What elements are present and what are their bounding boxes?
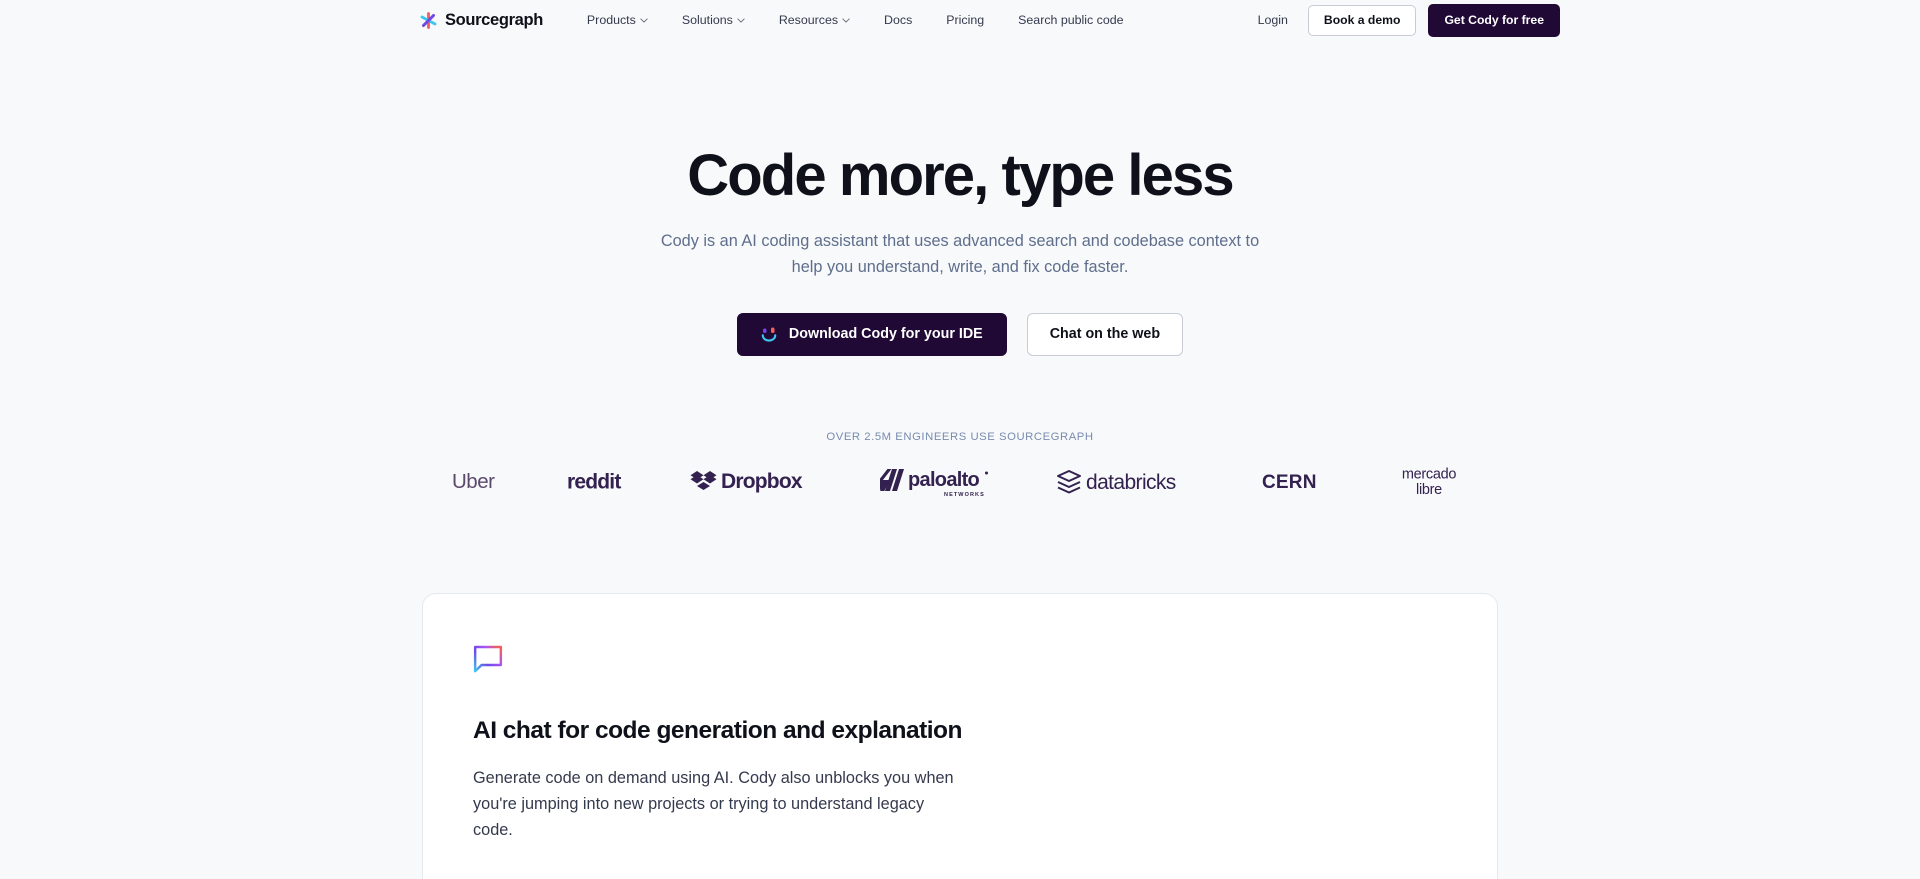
nav-item-search-public-code[interactable]: Search public code	[1001, 9, 1140, 31]
uber-logo: Uber	[452, 470, 496, 493]
chevron-down-icon	[842, 18, 850, 23]
sourcegraph-starburst-icon	[420, 12, 437, 29]
chat-on-the-web-button[interactable]: Chat on the web	[1026, 313, 1184, 356]
databricks-logo: databricks	[1057, 469, 1176, 494]
nav-item-label: Resources	[778, 13, 839, 28]
cody-face-icon	[761, 327, 777, 342]
chevron-down-icon	[640, 18, 648, 23]
mercado-libre-logo: mercado libre	[1402, 466, 1457, 498]
svg-text:databricks: databricks	[1086, 471, 1176, 494]
nav-item-pricing[interactable]: Pricing	[929, 9, 1001, 31]
feature-card-title: AI chat for code generation and explanat…	[473, 716, 963, 744]
customer-logo-row: Uber reddit Dropbox paloalto NETWORKS da…	[0, 459, 1920, 505]
nav-item-products[interactable]: Products	[570, 9, 665, 31]
page-title: Code more, type less	[687, 143, 1234, 208]
brand-name: Sourcegraph	[445, 10, 543, 29]
svg-text:reddit: reddit	[567, 470, 621, 493]
chat-bubble-icon	[473, 645, 503, 673]
feature-card-ai-chat: AI chat for code generation and explanat…	[422, 592, 1498, 879]
logo-cern: CERN	[1236, 459, 1364, 505]
download-cody-button[interactable]: Download Cody for your IDE	[736, 312, 1007, 356]
svg-text:NETWORKS: NETWORKS	[944, 492, 985, 498]
social-proof-section: OVER 2.5M ENGINEERS USE SOURCEGRAPH Uber…	[0, 431, 1920, 505]
nav-item-label: Solutions	[681, 13, 733, 28]
svg-text:CERN: CERN	[1262, 472, 1317, 493]
nav-item-label: Products	[586, 13, 636, 28]
svg-text:libre: libre	[1416, 482, 1442, 498]
nav-item-docs[interactable]: Docs	[867, 9, 929, 31]
main-nav: Products Solutions Resources Docs Pricin…	[570, 9, 1141, 31]
logo-reddit: reddit	[541, 459, 664, 505]
hero-section: Code more, type less Cody is an AI codin…	[0, 41, 1920, 356]
logo-mercado-libre: mercado libre	[1364, 459, 1494, 505]
nav-item-solutions[interactable]: Solutions	[665, 9, 762, 31]
book-a-demo-button[interactable]: Book a demo	[1307, 5, 1417, 36]
nav-item-resources[interactable]: Resources	[762, 9, 867, 31]
nav-item-label: Pricing	[946, 13, 985, 28]
header-actions: Login Book a demo Get Cody for free	[1250, 4, 1560, 37]
brand-logo-link[interactable]: Sourcegraph	[419, 11, 543, 30]
hero-subtitle: Cody is an AI coding assistant that uses…	[660, 232, 1260, 276]
login-link[interactable]: Login	[1250, 9, 1296, 31]
logo-databricks: databricks	[1030, 459, 1236, 505]
logo-palo-alto-networks: paloalto NETWORKS	[854, 459, 1030, 505]
get-cody-for-free-button[interactable]: Get Cody for free	[1428, 4, 1560, 37]
nav-item-label: Search public code	[1018, 13, 1124, 28]
dropbox-logo: Dropbox	[690, 470, 804, 493]
svg-text:paloalto: paloalto	[908, 469, 980, 491]
logo-uber: Uber	[426, 459, 541, 505]
social-proof-label: OVER 2.5M ENGINEERS USE SOURCEGRAPH	[826, 430, 1094, 443]
feature-card-body: Generate code on demand using AI. Cody a…	[473, 769, 954, 839]
cern-logo: CERN	[1262, 472, 1317, 493]
svg-text:Dropbox: Dropbox	[721, 470, 803, 493]
logo-dropbox: Dropbox	[664, 459, 854, 505]
svg-text:Uber: Uber	[452, 470, 495, 493]
site-header: Sourcegraph Products Solutions Resources…	[0, 0, 1920, 41]
feature-section: AI chat for code generation and explanat…	[0, 592, 1920, 879]
reddit-logo: reddit	[567, 470, 622, 493]
palo-alto-networks-logo: paloalto NETWORKS	[880, 468, 988, 498]
download-cody-button-label: Download Cody for your IDE	[788, 326, 983, 343]
svg-text:mercado: mercado	[1402, 466, 1457, 482]
chevron-down-icon	[737, 18, 745, 23]
nav-item-label: Docs	[884, 13, 913, 28]
hero-cta-group: Download Cody for your IDE Chat on the w…	[0, 312, 1920, 356]
